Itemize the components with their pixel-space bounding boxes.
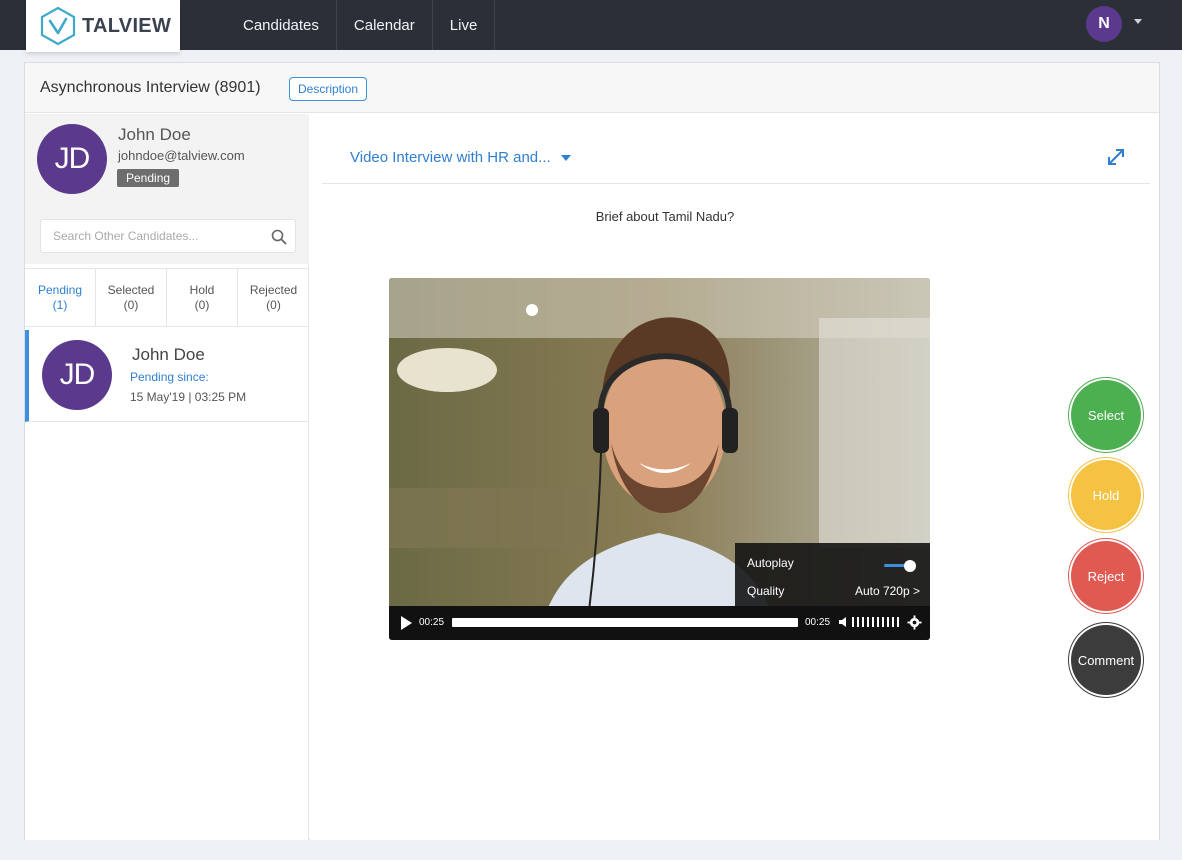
nav-candidates[interactable]: Candidates: [226, 0, 337, 50]
main-nav: Candidates Calendar Live: [226, 0, 496, 50]
tab-count: (0): [266, 297, 281, 312]
tab-count: (1): [52, 297, 68, 312]
time-total: 00:25: [805, 617, 831, 628]
nav-live[interactable]: Live: [433, 0, 496, 50]
volume-icon[interactable]: [838, 616, 850, 628]
search-field[interactable]: [40, 219, 296, 253]
tab-label: Hold: [189, 282, 215, 297]
status-badge: Pending: [117, 169, 180, 187]
divider: [322, 183, 1150, 184]
page-title: Asynchronous Interview (8901): [40, 79, 261, 96]
avatar: JD: [42, 340, 112, 410]
description-button[interactable]: Description: [289, 77, 368, 101]
tab-label: Rejected: [249, 282, 298, 297]
tab-label: Selected: [107, 282, 155, 297]
video-controls: 00:25 00:25: [389, 606, 930, 640]
autoplay-label: Autoplay: [747, 556, 794, 570]
volume-slider[interactable]: [852, 617, 900, 627]
tab-selected[interactable]: Selected (0): [96, 269, 167, 326]
expand-icon[interactable]: [1105, 146, 1127, 168]
interview-panel: Asynchronous Interview (8901) Descriptio…: [24, 62, 1160, 840]
quality-value[interactable]: Auto 720p >: [855, 584, 920, 598]
status-tabs: Pending (1) Selected (0) Hold (0) Reject…: [25, 268, 309, 327]
toggle-knob: [904, 560, 916, 572]
tab-label: Pending: [37, 282, 83, 297]
top-navbar: TALVIEW Candidates Calendar Live N: [0, 0, 1182, 52]
user-menu-caret-icon[interactable]: [1134, 19, 1142, 24]
tab-pending[interactable]: Pending (1): [25, 269, 96, 326]
tab-count: (0): [123, 297, 139, 312]
pending-since-date: 15 May'19 | 03:25 PM: [130, 390, 247, 404]
time-current: 00:25: [419, 617, 445, 628]
reject-button[interactable]: Reject: [1071, 541, 1141, 611]
select-button[interactable]: Select: [1071, 380, 1141, 450]
user-avatar[interactable]: N: [1086, 6, 1122, 42]
candidate-sidebar: JD John Doe johndoe@talview.com Pending …: [25, 114, 309, 840]
play-icon[interactable]: [401, 616, 412, 630]
search-icon[interactable]: [270, 228, 288, 246]
tab-count: (0): [194, 297, 210, 312]
tab-hold[interactable]: Hold (0): [167, 269, 238, 326]
nav-calendar[interactable]: Calendar: [337, 0, 433, 50]
avatar: JD: [37, 124, 107, 194]
video-settings-menu: Autoplay Quality Auto 720p >: [735, 543, 930, 606]
pending-since-label: Pending since:: [130, 370, 209, 384]
interview-content: Video Interview with HR and... Brief abo…: [310, 114, 1159, 840]
chevron-down-icon: [560, 154, 571, 161]
comment-button[interactable]: Comment: [1071, 625, 1141, 695]
candidate-email: johndoe@talview.com: [118, 148, 245, 163]
hold-button[interactable]: Hold: [1071, 460, 1141, 530]
panel-header: Asynchronous Interview (8901) Descriptio…: [25, 63, 1159, 113]
autoplay-toggle[interactable]: [884, 560, 916, 572]
seek-bar[interactable]: [452, 618, 798, 627]
interview-dropdown[interactable]: Video Interview with HR and...: [350, 149, 571, 166]
interview-dropdown-label: Video Interview with HR and...: [350, 149, 551, 166]
search-input[interactable]: [41, 220, 261, 252]
quality-label: Quality: [747, 584, 785, 598]
logo-text: TALVIEW: [82, 14, 172, 37]
tab-rejected[interactable]: Rejected (0): [238, 269, 309, 326]
candidate-name: John Doe: [118, 125, 191, 144]
list-item[interactable]: JD John Doe Pending since: 15 May'19 | 0…: [25, 330, 308, 422]
logo[interactable]: TALVIEW: [26, 0, 180, 52]
candidate-profile: JD John Doe johndoe@talview.com Pending: [25, 114, 309, 264]
talview-logo-icon: [40, 6, 76, 46]
gear-icon[interactable]: [907, 615, 922, 630]
interview-question: Brief about Tamil Nadu?: [595, 209, 735, 224]
candidate-name: John Doe: [132, 345, 205, 364]
video-player[interactable]: Autoplay Quality Auto 720p > 00:25 00:25: [389, 278, 930, 640]
